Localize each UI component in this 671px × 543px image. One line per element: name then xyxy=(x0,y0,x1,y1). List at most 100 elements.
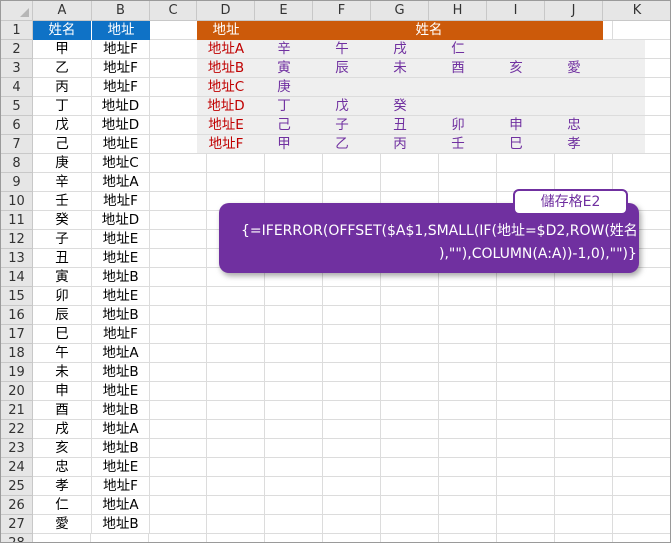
row-header-14[interactable]: 14 xyxy=(1,268,33,287)
row-header-7[interactable]: 7 xyxy=(1,135,33,154)
name-cell[interactable]: 忠 xyxy=(33,458,92,477)
result-name-cell[interactable]: 癸 xyxy=(371,97,429,116)
name-cell[interactable]: 丑 xyxy=(33,249,92,268)
result-name-cell[interactable]: 戊 xyxy=(313,97,371,116)
row-header-18[interactable]: 18 xyxy=(1,344,33,363)
name-cell[interactable]: 巳 xyxy=(33,325,92,344)
row-header-5[interactable]: 5 xyxy=(1,97,33,116)
result-name-cell[interactable] xyxy=(545,40,603,59)
address-cell[interactable]: 地址F xyxy=(92,325,150,344)
address-cell[interactable]: 地址A xyxy=(92,344,150,363)
row-header-25[interactable]: 25 xyxy=(1,477,33,496)
column-header-g[interactable]: G xyxy=(371,1,429,21)
name-cell[interactable]: 戌 xyxy=(33,420,92,439)
name-cell[interactable]: 丙 xyxy=(33,78,92,97)
result-name-cell[interactable]: 申 xyxy=(487,116,545,135)
result-name-cell[interactable] xyxy=(313,78,371,97)
result-address-cell[interactable]: 地址F xyxy=(197,135,255,154)
column-header-i[interactable]: I xyxy=(487,1,545,21)
row-header-20[interactable]: 20 xyxy=(1,382,33,401)
column-header-k[interactable]: K xyxy=(603,1,670,21)
name-cell[interactable]: 壬 xyxy=(33,192,92,211)
row-header-12[interactable]: 12 xyxy=(1,230,33,249)
address-cell[interactable]: 地址C xyxy=(92,154,150,173)
address-cell[interactable]: 地址B xyxy=(92,363,150,382)
result-header-names-cell[interactable]: 姓名 xyxy=(255,21,603,40)
address-cell[interactable]: 地址E xyxy=(92,382,150,401)
result-name-cell[interactable]: 卯 xyxy=(429,116,487,135)
column-header-d[interactable]: D xyxy=(197,1,255,21)
address-cell[interactable]: 地址F xyxy=(92,59,150,78)
result-address-cell[interactable]: 地址C xyxy=(197,78,255,97)
row-header-2[interactable]: 2 xyxy=(1,40,33,59)
result-name-cell[interactable]: 戌 xyxy=(371,40,429,59)
address-cell[interactable]: 地址B xyxy=(92,439,150,458)
address-cell[interactable]: 地址E xyxy=(92,249,150,268)
result-address-cell[interactable]: 地址D xyxy=(197,97,255,116)
row-header-1[interactable]: 1 xyxy=(1,21,33,40)
row-header-21[interactable]: 21 xyxy=(1,401,33,420)
address-cell[interactable]: 地址D xyxy=(92,211,150,230)
result-name-cell[interactable]: 孝 xyxy=(545,135,603,154)
result-name-cell[interactable] xyxy=(487,97,545,116)
result-address-cell[interactable]: 地址A xyxy=(197,40,255,59)
name-cell[interactable]: 己 xyxy=(33,135,92,154)
row-header-22[interactable]: 22 xyxy=(1,420,33,439)
result-name-cell[interactable]: 愛 xyxy=(545,59,603,78)
name-cell[interactable]: 亥 xyxy=(33,439,92,458)
result-name-cell[interactable]: 忠 xyxy=(545,116,603,135)
address-cell[interactable]: 地址E xyxy=(92,135,150,154)
row-header-9[interactable]: 9 xyxy=(1,173,33,192)
result-name-cell[interactable] xyxy=(487,40,545,59)
row-header-15[interactable]: 15 xyxy=(1,287,33,306)
row-header-6[interactable]: 6 xyxy=(1,116,33,135)
address-cell[interactable]: 地址A xyxy=(92,420,150,439)
result-name-cell[interactable]: 辛 xyxy=(255,40,313,59)
result-name-cell[interactable]: 亥 xyxy=(487,59,545,78)
result-name-cell[interactable]: 辰 xyxy=(313,59,371,78)
header-address-cell[interactable]: 地址 xyxy=(92,21,150,40)
result-name-cell[interactable]: 寅 xyxy=(255,59,313,78)
row-header-16[interactable]: 16 xyxy=(1,306,33,325)
address-cell[interactable]: 地址F xyxy=(92,78,150,97)
column-header-j[interactable]: J xyxy=(545,1,603,21)
result-name-cell[interactable]: 乙 xyxy=(313,135,371,154)
name-cell[interactable]: 辛 xyxy=(33,173,92,192)
row-header-10[interactable]: 10 xyxy=(1,192,33,211)
row-header-13[interactable]: 13 xyxy=(1,249,33,268)
row-header-8[interactable]: 8 xyxy=(1,154,33,173)
result-name-cell[interactable]: 壬 xyxy=(429,135,487,154)
name-cell[interactable]: 庚 xyxy=(33,154,92,173)
address-cell[interactable]: 地址F xyxy=(92,477,150,496)
result-name-cell[interactable]: 酉 xyxy=(429,59,487,78)
result-name-cell[interactable] xyxy=(545,97,603,116)
column-header-f[interactable]: F xyxy=(313,1,371,21)
select-all-corner[interactable] xyxy=(1,1,33,21)
result-name-cell[interactable]: 庚 xyxy=(255,78,313,97)
name-cell[interactable]: 仁 xyxy=(33,496,92,515)
column-header-e[interactable]: E xyxy=(255,1,313,21)
result-name-cell[interactable] xyxy=(487,78,545,97)
result-name-cell[interactable]: 子 xyxy=(313,116,371,135)
address-cell[interactable]: 地址D xyxy=(92,116,150,135)
address-cell[interactable]: 地址B xyxy=(92,268,150,287)
address-cell[interactable]: 地址E xyxy=(92,458,150,477)
result-name-cell[interactable]: 未 xyxy=(371,59,429,78)
result-address-cell[interactable]: 地址B xyxy=(197,59,255,78)
row-header-24[interactable]: 24 xyxy=(1,458,33,477)
name-cell[interactable]: 未 xyxy=(33,363,92,382)
address-cell[interactable]: 地址D xyxy=(92,97,150,116)
name-cell[interactable]: 酉 xyxy=(33,401,92,420)
name-cell[interactable]: 子 xyxy=(33,230,92,249)
address-cell[interactable]: 地址E xyxy=(92,287,150,306)
address-cell[interactable]: 地址B xyxy=(92,401,150,420)
name-cell[interactable]: 孝 xyxy=(33,477,92,496)
name-cell[interactable]: 辰 xyxy=(33,306,92,325)
result-name-cell[interactable]: 己 xyxy=(255,116,313,135)
row-header-4[interactable]: 4 xyxy=(1,78,33,97)
name-cell[interactable]: 申 xyxy=(33,382,92,401)
column-header-c[interactable]: C xyxy=(150,1,197,21)
row-header-3[interactable]: 3 xyxy=(1,59,33,78)
name-cell[interactable]: 卯 xyxy=(33,287,92,306)
address-cell[interactable]: 地址A xyxy=(92,173,150,192)
